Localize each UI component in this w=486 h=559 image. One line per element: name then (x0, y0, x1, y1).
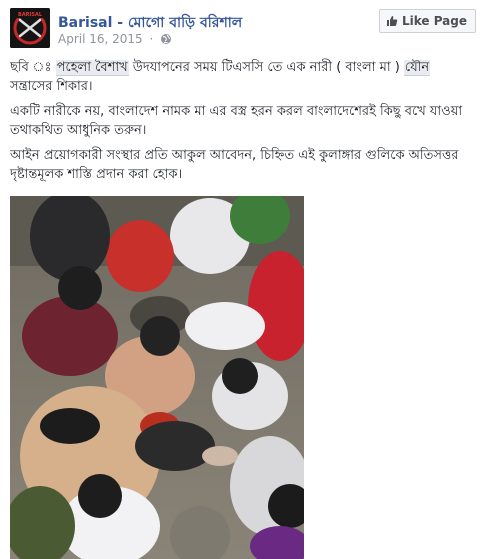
hashtag-link-2[interactable]: যৌন (403, 60, 431, 76)
post-date[interactable]: April 16, 2015 (58, 32, 143, 46)
post-text: ছবি ঃ পহেলা বৈশাখ উদযাপনের সময় টিএসসি ত… (10, 58, 472, 190)
post-paragraph-3: আইন প্রয়োগকারী সংস্থার প্রতি আকুল আবেদন… (10, 148, 459, 182)
like-thumb-icon (386, 16, 398, 26)
crowd-photo-illustration (10, 196, 304, 559)
post-paragraph-1: ছবি ঃ পহেলা বৈশাখ উদযাপনের সময় টিএসসি ত… (10, 58, 472, 96)
globe-icon[interactable] (160, 33, 172, 48)
p1-text-a: ছবি ঃ (10, 60, 56, 75)
post-header: BARISAL Barisal - মোগো বাড়ি বরিশাল Apri… (10, 8, 476, 50)
page-logo: BARISAL (10, 8, 50, 48)
page-name-separator: - (117, 15, 124, 31)
like-page-label: Like Page (401, 14, 467, 28)
post-photo[interactable] (10, 196, 304, 559)
post-meta: April 16, 2015 · (58, 32, 172, 48)
page-name-bn[interactable]: মোগো বাড়ি বরিশাল (128, 15, 242, 31)
svg-text:BARISAL: BARISAL (18, 12, 43, 18)
meta-dot: · (149, 32, 154, 46)
post-paragraph-2: একটি নারীকে নয়, বাংলাদেশ নামক মা এর বস্… (10, 104, 463, 138)
like-page-button[interactable]: Like Page (378, 9, 476, 33)
p1-text-c: সন্ত্রাসের শিকার। (10, 79, 93, 94)
page-avatar[interactable]: BARISAL (10, 8, 50, 48)
facebook-post: BARISAL Barisal - মোগো বাড়ি বরিশাল Apri… (0, 0, 486, 559)
p1-text-b: উদযাপনের সময় টিএসসি তে এক নারী ( বাংলা … (128, 60, 404, 75)
hashtag-link-1[interactable]: পহেলা বৈশাখ (55, 60, 129, 76)
page-name-en[interactable]: Barisal (58, 15, 112, 31)
